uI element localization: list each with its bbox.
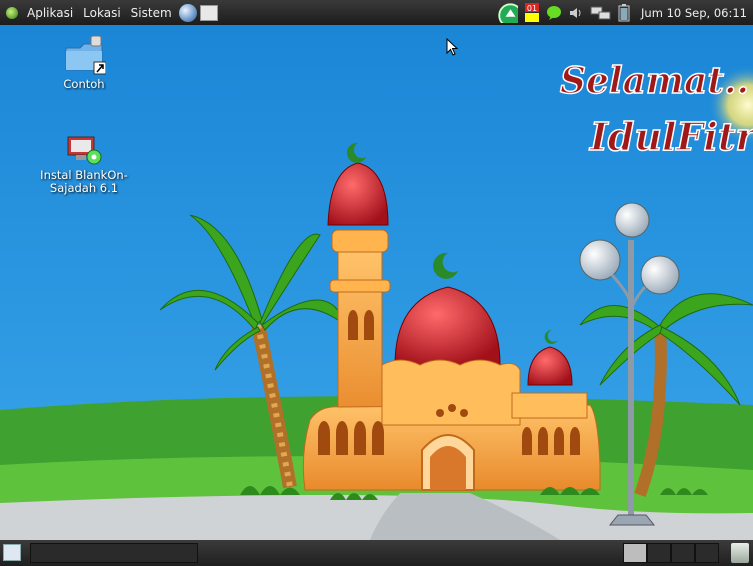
greeting-line1: Selamat.. [560,60,749,102]
main-menu: Aplikasi Lokasi Sistem [0,0,218,25]
distro-logo-icon[interactable] [6,6,18,19]
bottom-panel [0,540,753,566]
update-manager-icon[interactable] [498,2,519,23]
desktop-wallpaper: Selamat.. IdulFitri [0,25,753,540]
top-panel: Aplikasi Lokasi Sistem 01 Jum 10 Sep, 06… [0,0,753,25]
menu-aplikasi[interactable]: Aplikasi [22,6,78,20]
notification-badge-icon[interactable]: 01 [524,2,540,24]
trash-icon[interactable] [731,543,749,563]
workspace-3[interactable] [671,543,695,563]
svg-text:01: 01 [527,4,537,13]
system-tray: 01 Jum 10 Sep, 06:11 [495,0,753,25]
menu-lokasi[interactable]: Lokasi [78,6,126,20]
desktop-icon-installer[interactable]: Instal BlankOn-Sajadah 6.1 [34,133,134,195]
clock[interactable]: Jum 10 Sep, 06:11 [633,6,753,20]
installer-icon [67,136,102,165]
desktop-icon-label: Contoh [63,77,105,91]
chat-icon[interactable] [546,5,562,21]
web-browser-launcher-icon[interactable] [178,3,197,22]
workspace-switcher [623,543,719,563]
workspace-1[interactable] [623,543,647,563]
desktop-icon-contoh[interactable]: Contoh [34,36,134,91]
text-editor-launcher-icon[interactable] [199,4,218,21]
network-icon[interactable] [590,5,612,21]
mouse-cursor-icon [446,38,458,56]
show-desktop-button[interactable] [3,544,21,561]
volume-icon[interactable] [568,5,584,21]
battery-icon[interactable] [618,3,630,22]
workspace-4[interactable] [695,543,719,563]
folder-icon [65,36,106,75]
workspace-2[interactable] [647,543,671,563]
window-list[interactable] [30,543,198,563]
greeting-line2: IdulFitri [589,114,753,159]
menu-sistem[interactable]: Sistem [126,6,177,20]
desktop-icon-label: Instal BlankOn-Sajadah 6.1 [40,168,128,195]
